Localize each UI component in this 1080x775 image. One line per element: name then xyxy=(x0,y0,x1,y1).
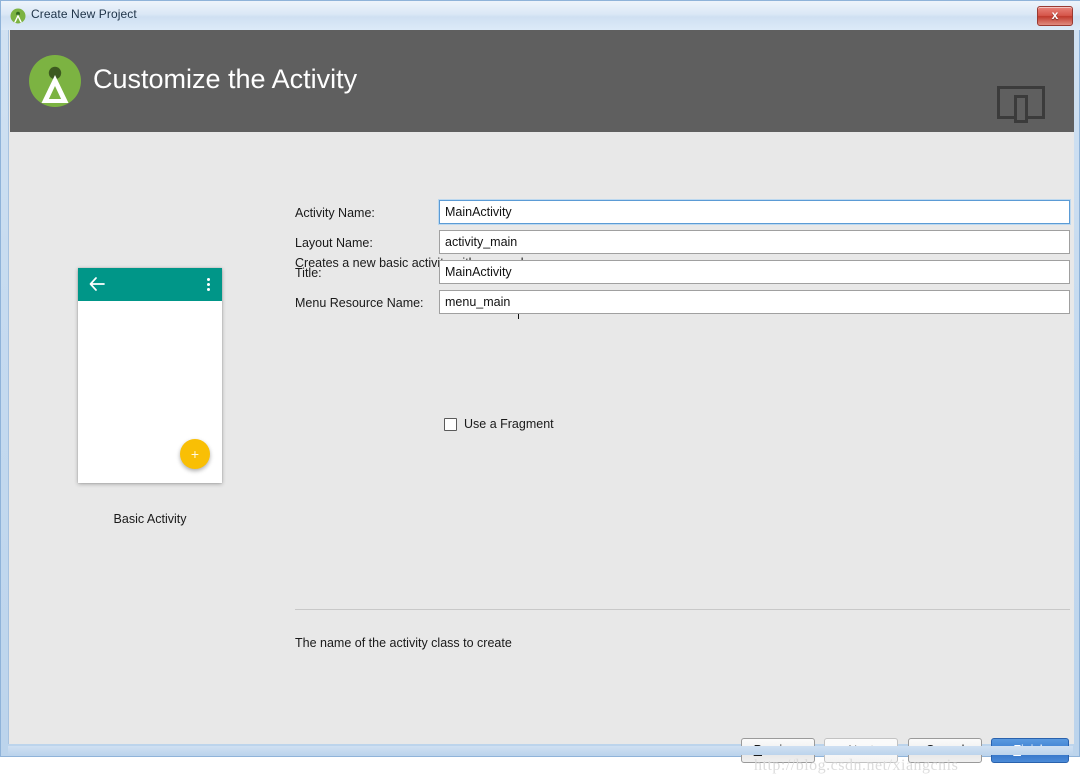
help-text: The name of the activity class to create xyxy=(295,636,512,650)
android-studio-logo xyxy=(27,53,83,109)
preview-caption: Basic Activity xyxy=(78,512,222,526)
device-preview-icon xyxy=(997,85,1045,123)
layout-name-label: Layout Name: xyxy=(295,236,373,250)
overflow-menu-icon xyxy=(207,278,211,292)
back-arrow-icon xyxy=(89,277,105,291)
activity-preview: + Basic Activity xyxy=(78,268,238,526)
dialog-body: Customize the Activity xyxy=(8,30,1073,744)
title-label: Title: xyxy=(295,266,322,280)
divider xyxy=(295,609,1070,610)
close-button[interactable]: x xyxy=(1037,6,1073,26)
use-a-fragment-checkbox[interactable] xyxy=(444,418,457,431)
layout-name-input[interactable] xyxy=(439,230,1070,254)
window-title: Create New Project xyxy=(31,7,137,21)
use-a-fragment-label: Use a Fragment xyxy=(464,417,554,431)
dialog-content: + Basic Activity Creates a new basic act… xyxy=(10,132,1074,744)
preview-app-bar xyxy=(78,268,222,301)
wizard-header: Customize the Activity xyxy=(10,30,1074,132)
use-a-fragment-row[interactable]: Use a Fragment xyxy=(444,417,554,431)
title-input[interactable] xyxy=(439,260,1070,284)
title-bar: Create New Project x xyxy=(1,1,1080,30)
activity-name-input[interactable] xyxy=(439,200,1070,224)
floating-action-button: + xyxy=(180,439,210,469)
window-bottom-edge xyxy=(8,746,1073,755)
menu-resource-name-label: Menu Resource Name: xyxy=(295,296,424,310)
watermark: http://blog.csdn.net/xiangcnis xyxy=(754,757,958,775)
plus-icon: + xyxy=(180,439,210,469)
dialog-window: Create New Project x Customize the Activ… xyxy=(0,0,1080,757)
android-studio-icon xyxy=(10,8,26,24)
phone-preview-card: + xyxy=(78,268,222,483)
menu-resource-name-input[interactable] xyxy=(439,290,1070,314)
close-icon: x xyxy=(1038,7,1072,25)
activity-name-label: Activity Name: xyxy=(295,206,375,220)
page-title: Customize the Activity xyxy=(93,64,357,95)
